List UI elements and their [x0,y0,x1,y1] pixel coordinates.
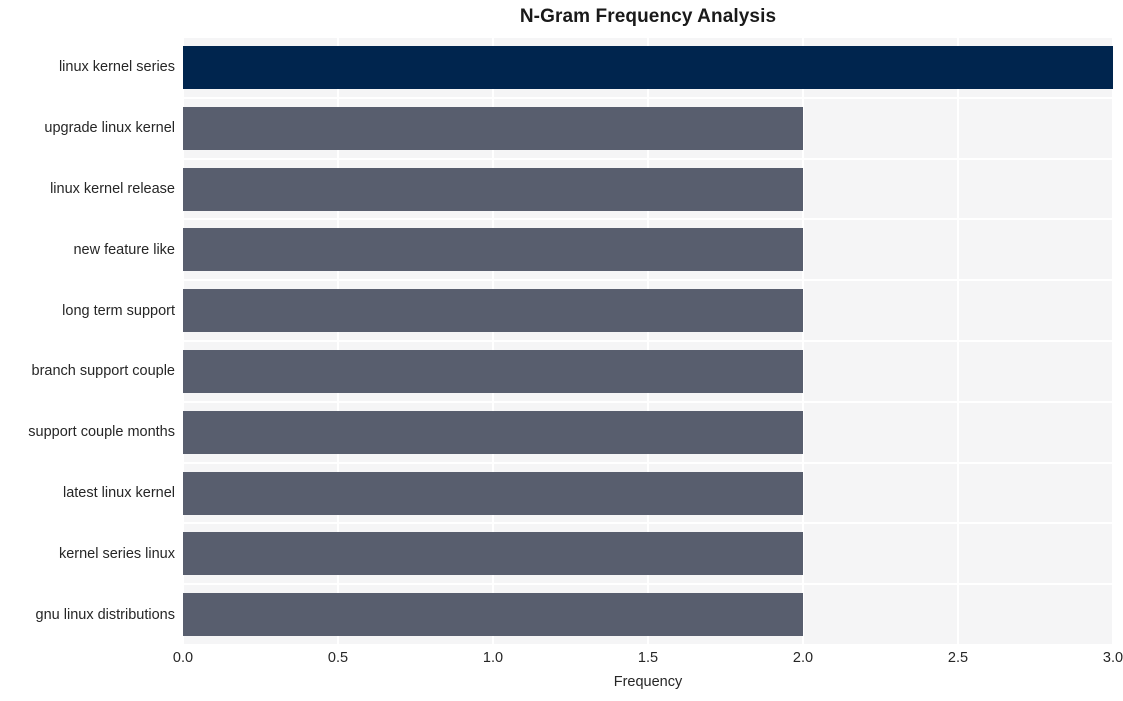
bar [183,106,803,150]
y-axis-tick-label: new feature like [73,241,175,258]
bar [183,45,1113,89]
bar [183,471,803,515]
y-axis-tick-label: linux kernel series [58,59,175,76]
bar [183,228,803,272]
y-axis-tick-label: linux kernel release [50,181,175,197]
x-axis-tick-labels: 0.0 0.5 1.0 1.5 2.0 2.5 3.0 [0,650,1123,674]
chart-figure: N-Gram Frequency Analysis linux kernel s… [0,0,1123,701]
bar [183,167,803,211]
bar [183,532,803,576]
bar [183,289,803,333]
y-axis-tick-label: kernel series linux [58,545,175,562]
y-axis-tick-label: long term support [62,302,175,319]
bar [183,593,803,637]
x-axis-tick-label: 1.5 [637,650,659,666]
x-axis-tick-label: 0.0 [172,650,194,666]
y-axis-tick-label: branch support couple [31,363,176,380]
y-axis-tick-label: latest linux kernel [62,485,175,501]
x-axis-tick-label: 2.0 [792,650,814,666]
x-axis-tick-label: 3.0 [1102,650,1123,666]
x-axis-tick-label: 0.5 [327,650,349,666]
x-axis-tick-label: 2.5 [947,650,969,666]
plot-area [182,36,1114,646]
bars-layer [183,37,1113,645]
y-axis-tick-label: support couple months [28,424,175,441]
y-axis-tick-label: upgrade linux kernel [44,120,175,137]
x-axis-tick-label: 1.0 [482,650,504,666]
y-axis-tick-labels: linux kernel series upgrade linux kernel l… [0,37,175,645]
x-axis-label: Frequency [613,674,683,690]
y-axis-tick-label: gnu linux distributions [35,606,175,623]
bar [183,349,803,393]
bar [183,410,803,454]
chart-title: N-Gram Frequency Analysis [519,6,777,27]
